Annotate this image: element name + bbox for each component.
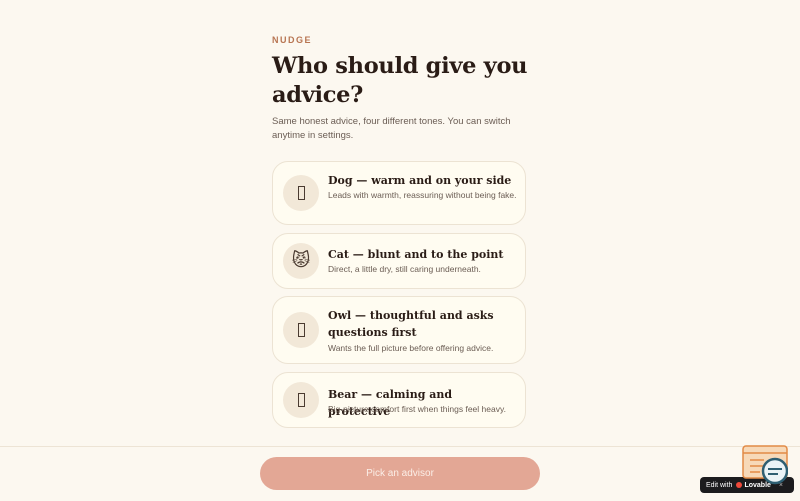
- advisor-card-dog[interactable]: Dog — warm and on your side Leads with w…: [272, 161, 526, 225]
- cat-icon: 😾: [283, 243, 319, 279]
- advisor-card-owl[interactable]: Owl — thoughtful and asks questions firs…: [272, 296, 526, 364]
- advisor-name: Cat — blunt and to the point: [328, 248, 504, 261]
- advisor-card-bear[interactable]: Bear — calming and protective Big-pictur…: [272, 372, 526, 428]
- advisor-description: Leads with warmth, reassuring without be…: [328, 190, 517, 200]
- page-subtitle: Same honest advice, four different tones…: [272, 116, 511, 141]
- bear-icon: [283, 382, 319, 418]
- chat-widget-icon[interactable]: [742, 445, 788, 489]
- badge-edit-label: Edit with: [706, 481, 733, 489]
- owl-icon: [283, 312, 319, 348]
- app-eyebrow: NUDGE: [272, 35, 313, 45]
- advisor-description: Big-picture comfort first when things fe…: [328, 404, 506, 414]
- advisor-description: Direct, a little dry, still caring under…: [328, 264, 481, 274]
- advisor-name: Owl — thoughtful and asks questions firs…: [328, 309, 494, 339]
- advisor-name: Dog — warm and on your side: [328, 174, 512, 187]
- dog-icon: [283, 175, 319, 211]
- advisor-description: Wants the full picture before offering a…: [328, 343, 494, 353]
- advisor-card-cat[interactable]: 😾 Cat — blunt and to the point Direct, a…: [272, 233, 526, 289]
- page-title: Who should give you advice?: [272, 53, 528, 108]
- pick-advisor-button[interactable]: Pick an advisor: [260, 457, 540, 490]
